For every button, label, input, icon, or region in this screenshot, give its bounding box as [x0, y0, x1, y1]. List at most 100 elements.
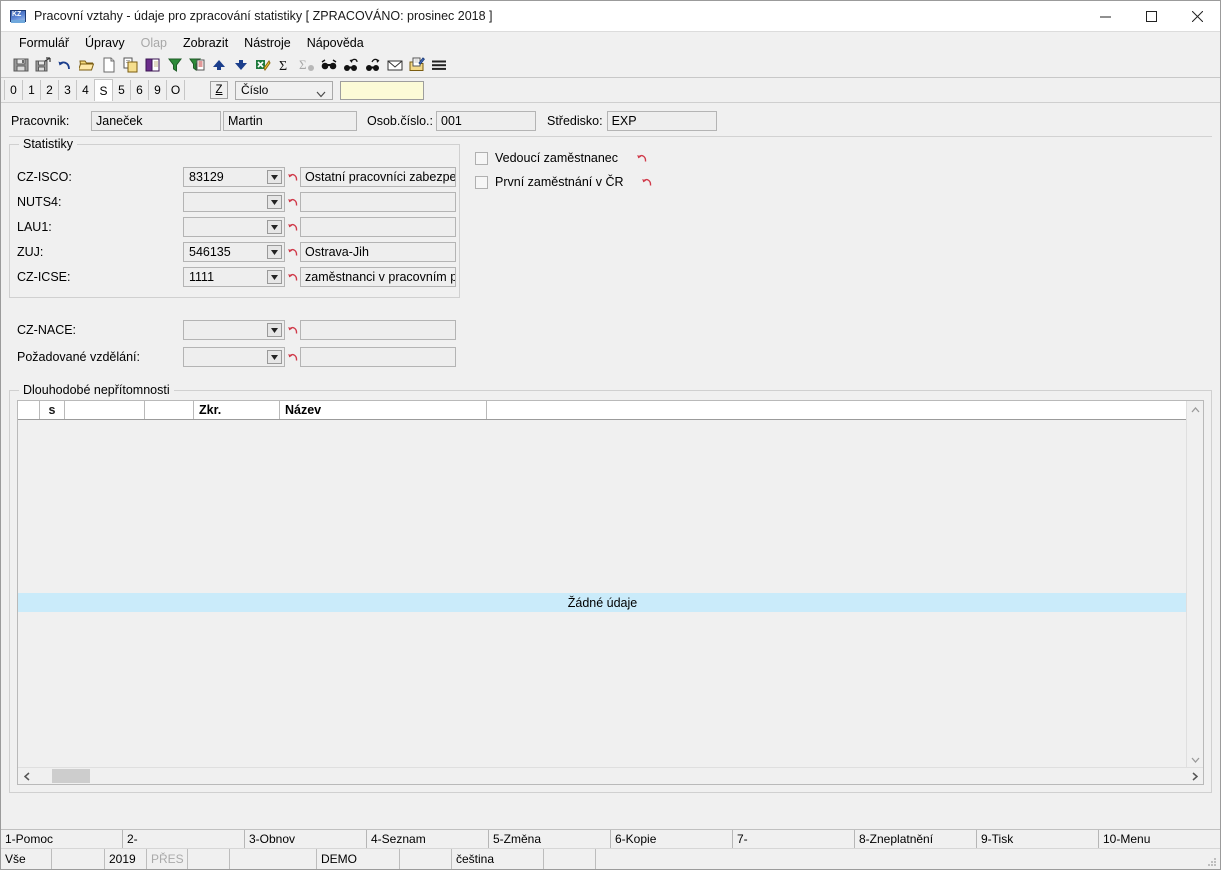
- arrow-up-icon[interactable]: [208, 55, 229, 76]
- fkey-9-tisk[interactable]: 9-Tisk: [977, 830, 1099, 848]
- find-icon[interactable]: [318, 55, 339, 76]
- scroll-down-icon[interactable]: [1187, 751, 1203, 768]
- nuts4-code-combo[interactable]: [183, 192, 285, 212]
- cz-isco-code-combo[interactable]: 83129: [183, 167, 285, 187]
- grid-col-blank2[interactable]: [145, 401, 194, 419]
- fkey-7[interactable]: 7-: [733, 830, 855, 848]
- menu-item-nastroje[interactable]: Nástroje: [236, 34, 299, 52]
- zuj-reset-icon[interactable]: [285, 246, 300, 258]
- scroll-right-icon[interactable]: [1186, 768, 1203, 784]
- new-document-icon[interactable]: [98, 55, 119, 76]
- pozadovane-vzdelani-desc-field[interactable]: [300, 347, 456, 367]
- firstname-field[interactable]: Martin: [223, 111, 357, 131]
- tab-s[interactable]: S: [94, 79, 113, 101]
- tab-0[interactable]: 0: [4, 80, 23, 100]
- stredisko-field[interactable]: EXP: [606, 111, 717, 131]
- book-icon[interactable]: [142, 55, 163, 76]
- save-icon[interactable]: [10, 55, 31, 76]
- menu-lines-icon[interactable]: [428, 55, 449, 76]
- minimize-icon[interactable]: [1082, 1, 1128, 31]
- arrow-down-icon[interactable]: [230, 55, 251, 76]
- nuts4-desc-field[interactable]: [300, 192, 456, 212]
- surname-field[interactable]: Janeček: [91, 111, 221, 131]
- dropdown-arrow-icon[interactable]: [267, 245, 282, 259]
- lau1-desc-field[interactable]: [300, 217, 456, 237]
- grid-col-blank1[interactable]: [65, 401, 145, 419]
- osob-cislo-field[interactable]: 001: [436, 111, 536, 131]
- grid-col-indicator[interactable]: [18, 401, 40, 419]
- fkey-2[interactable]: 2-: [123, 830, 245, 848]
- prvni-zamestnani-reset-icon[interactable]: [640, 176, 655, 188]
- menu-item-zobrazit[interactable]: Zobrazit: [175, 34, 236, 52]
- lau1-reset-icon[interactable]: [285, 221, 300, 233]
- grid-col-s[interactable]: s: [40, 401, 65, 419]
- grid-vertical-scrollbar[interactable]: [1186, 401, 1203, 768]
- tab-1[interactable]: 1: [22, 80, 41, 100]
- dropdown-arrow-icon[interactable]: [267, 323, 282, 337]
- filter-clear-icon[interactable]: [186, 55, 207, 76]
- pozadovane-vzdelani-reset-icon[interactable]: [285, 351, 300, 363]
- sum-icon[interactable]: Σ: [274, 55, 295, 76]
- mail-icon[interactable]: [384, 55, 405, 76]
- scroll-up-icon[interactable]: [1187, 401, 1203, 418]
- close-icon[interactable]: [1174, 1, 1220, 31]
- dropdown-arrow-icon[interactable]: [267, 195, 282, 209]
- cz-nace-desc-field[interactable]: [300, 320, 456, 340]
- tab-2[interactable]: 2: [40, 80, 59, 100]
- menu-item-napoveda[interactable]: Nápověda: [299, 34, 372, 52]
- pozadovane-vzdelani-code-combo[interactable]: [183, 347, 285, 367]
- tab-4[interactable]: 4: [76, 80, 95, 100]
- open-folder-icon[interactable]: [76, 55, 97, 76]
- save-exit-icon[interactable]: [32, 55, 53, 76]
- resize-grip-icon[interactable]: [1205, 855, 1217, 867]
- fkey-5-zmena[interactable]: 5-Změna: [489, 830, 611, 848]
- fkey-1-pomoc[interactable]: 1-Pomoc: [1, 830, 123, 848]
- prvni-zamestnani-checkbox[interactable]: [475, 175, 488, 189]
- grid-col-nazev[interactable]: Název: [280, 401, 487, 419]
- zuj-desc-field[interactable]: Ostrava-Jih: [300, 242, 456, 262]
- edit-note-icon[interactable]: [406, 55, 427, 76]
- grid-horizontal-scrollbar[interactable]: [18, 767, 1203, 784]
- find-next-icon[interactable]: [362, 55, 383, 76]
- scroll-left-icon[interactable]: [18, 768, 35, 784]
- grid-col-rest[interactable]: [487, 401, 1203, 419]
- lau1-code-combo[interactable]: [183, 217, 285, 237]
- grid-col-zkr[interactable]: Zkr.: [194, 401, 280, 419]
- copy-icon[interactable]: [120, 55, 141, 76]
- cz-nace-code-combo[interactable]: [183, 320, 285, 340]
- sum-clear-icon[interactable]: Σ: [296, 55, 317, 76]
- cz-icse-desc-field[interactable]: zaměstnanci v pracovním poměr: [300, 267, 456, 287]
- search-input[interactable]: [340, 80, 424, 100]
- tab-9[interactable]: 9: [148, 80, 167, 100]
- search-mode-select[interactable]: Číslo: [235, 80, 333, 100]
- cz-isco-reset-icon[interactable]: [285, 171, 300, 183]
- horizontal-scroll-thumb[interactable]: [52, 769, 90, 783]
- tab-o[interactable]: O: [166, 80, 185, 100]
- filter-icon[interactable]: [164, 55, 185, 76]
- fkey-3-obnov[interactable]: 3-Obnov: [245, 830, 367, 848]
- cz-nace-reset-icon[interactable]: [285, 324, 300, 336]
- find-prev-icon[interactable]: [340, 55, 361, 76]
- cz-isco-desc-field[interactable]: Ostatní pracovníci zabezpečují: [300, 167, 456, 187]
- menu-item-formular[interactable]: Formulář: [11, 34, 77, 52]
- nuts4-reset-icon[interactable]: [285, 196, 300, 208]
- dropdown-arrow-icon[interactable]: [267, 220, 282, 234]
- dropdown-arrow-icon[interactable]: [267, 270, 282, 284]
- fkey-4-seznam[interactable]: 4-Seznam: [367, 830, 489, 848]
- cz-icse-reset-icon[interactable]: [285, 271, 300, 283]
- z-sort-button[interactable]: Z: [210, 81, 228, 99]
- tab-5[interactable]: 5: [112, 80, 131, 100]
- menu-item-upravy[interactable]: Úpravy: [77, 34, 133, 52]
- export-excel-icon[interactable]: [252, 55, 273, 76]
- tab-3[interactable]: 3: [58, 80, 77, 100]
- maximize-icon[interactable]: [1128, 1, 1174, 31]
- vedouci-zamestnanec-checkbox[interactable]: [475, 151, 488, 165]
- fkey-8-zneplatneni[interactable]: 8-Zneplatnění: [855, 830, 977, 848]
- fkey-6-kopie[interactable]: 6-Kopie: [611, 830, 733, 848]
- undo-icon[interactable]: [54, 55, 75, 76]
- tab-6[interactable]: 6: [130, 80, 149, 100]
- dropdown-arrow-icon[interactable]: [267, 350, 282, 364]
- fkey-10-menu[interactable]: 10-Menu: [1099, 830, 1220, 848]
- zuj-code-combo[interactable]: 546135: [183, 242, 285, 262]
- vedouci-reset-icon[interactable]: [634, 152, 649, 164]
